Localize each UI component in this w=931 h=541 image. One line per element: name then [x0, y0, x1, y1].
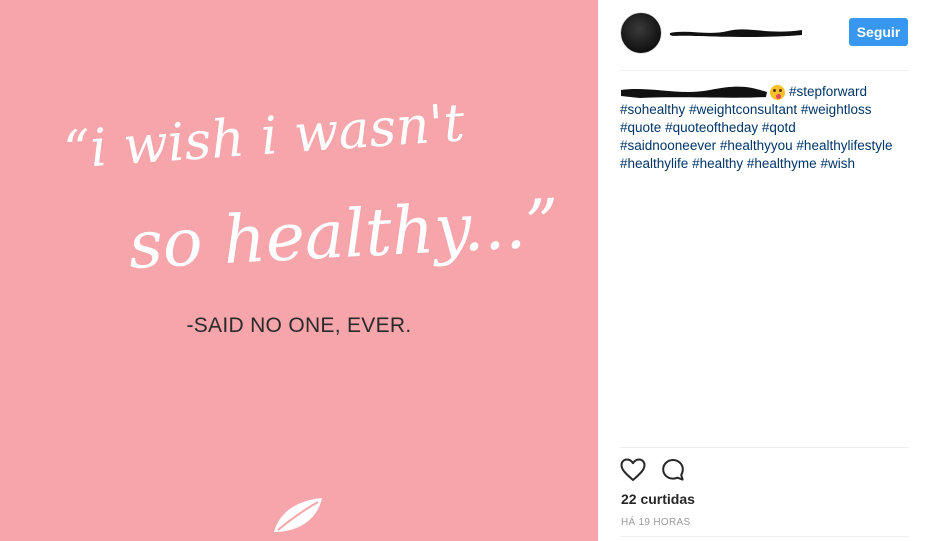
bottom-divider: [620, 536, 909, 537]
quote-line-1: “i wish i wasn't: [62, 93, 467, 181]
header-divider: [620, 70, 909, 71]
leaf-icon: [274, 498, 322, 532]
hashtag-link[interactable]: #healthy: [692, 156, 743, 171]
post-actions: [620, 458, 720, 484]
hashtag-link[interactable]: #healthyme: [747, 156, 817, 171]
follow-button[interactable]: Seguir: [849, 18, 908, 46]
post-caption: #stepforward #sohealthy #weightconsultan…: [620, 83, 912, 173]
hashtag-link[interactable]: #healthylife: [620, 156, 688, 171]
hashtag-link[interactable]: #quoteoftheday: [665, 120, 758, 135]
like-count[interactable]: 22 curtidas: [621, 491, 695, 507]
emoji-icon: [770, 84, 785, 100]
quote-attribution: -SAID NO ONE, EVER.: [186, 314, 412, 337]
hashtag-link[interactable]: #stepforward: [789, 83, 867, 101]
hashtag-link[interactable]: #healthylifestyle: [796, 138, 892, 153]
post-sidebar: Seguir #stepforward #sohealthy #weightco…: [598, 0, 931, 541]
hashtag-link[interactable]: #quote: [620, 120, 661, 135]
actions-divider: [620, 447, 909, 448]
heart-icon[interactable]: [620, 458, 646, 482]
hashtag-link[interactable]: #healthyyou: [720, 138, 793, 153]
hashtag-link[interactable]: #saidnooneever: [620, 138, 716, 153]
hashtag-link[interactable]: #wish: [820, 156, 855, 171]
hashtag-link[interactable]: #weightconsultant: [689, 102, 797, 117]
hashtag-link[interactable]: #sohealthy: [620, 102, 685, 117]
post-header: Seguir: [620, 12, 909, 56]
post-image[interactable]: “i wish i wasn't so healthy...” -SAID NO…: [0, 0, 598, 541]
caption-author-redacted[interactable]: [620, 84, 768, 100]
username-redacted[interactable]: [668, 25, 804, 39]
comment-icon[interactable]: [661, 458, 685, 482]
hashtag-link[interactable]: #qotd: [762, 120, 796, 135]
hashtag-link[interactable]: #weightloss: [801, 102, 872, 117]
quote-line-2: so healthy...”: [127, 185, 561, 284]
quote-artwork: “i wish i wasn't so healthy...”: [62, 93, 561, 284]
avatar[interactable]: [620, 12, 662, 54]
post-timestamp[interactable]: HÁ 19 HORAS: [621, 517, 690, 528]
